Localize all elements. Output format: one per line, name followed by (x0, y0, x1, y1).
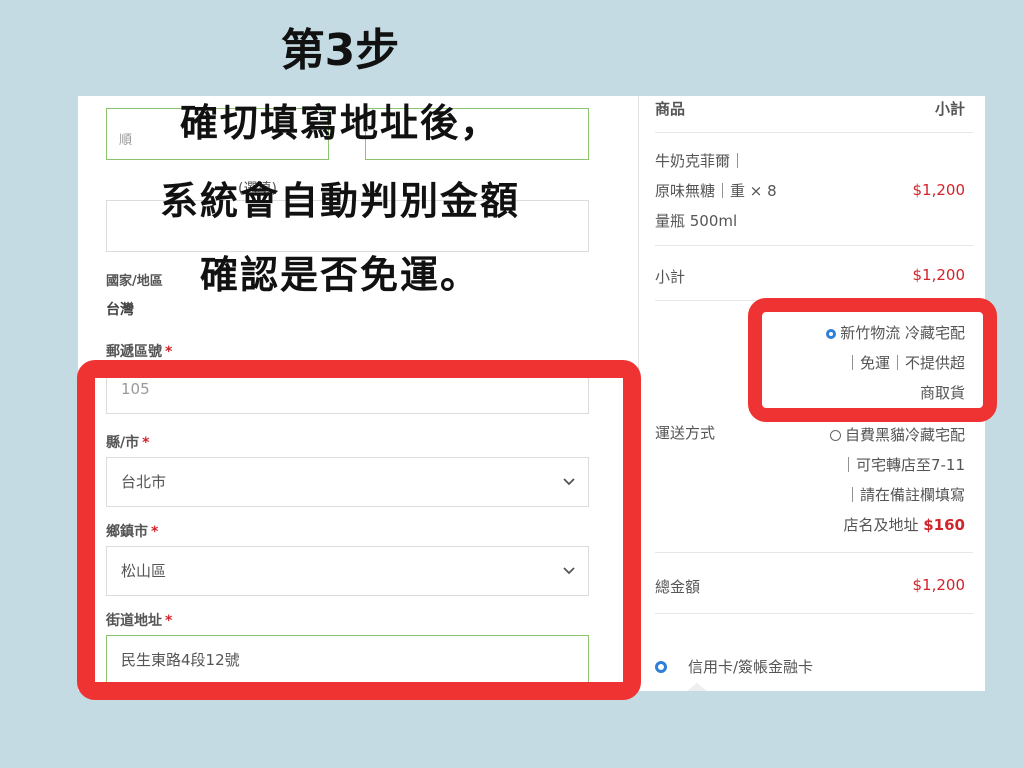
total-value: $1,200 (912, 576, 966, 594)
shipping-option-tcat[interactable]: 自費黑貓冷藏宅配 ｜可宅轉店至7-11 ｜請在備註欄填寫 店名及地址 $160 (829, 420, 965, 540)
country-value: 台灣 (106, 302, 134, 318)
zip-label: 郵遞區號 * (106, 344, 173, 360)
instruction-line-2: 系統會自動判別金額 (159, 179, 520, 223)
subtotal-label: 小計 (655, 268, 686, 286)
instruction-line-1: 確切填寫地址後， (179, 101, 500, 145)
product-price: $1,200 (912, 181, 966, 199)
header-product: 商品 (655, 100, 686, 118)
radio-unselected-icon[interactable] (829, 430, 841, 441)
total-label: 總金額 (655, 578, 701, 596)
step-title: 第3步 (280, 25, 400, 76)
instruction-line-3: 確認是否免運。 (199, 253, 480, 297)
divider (655, 132, 973, 133)
address-highlight-box (77, 360, 641, 700)
divider (655, 552, 973, 553)
product-name-line3: 量瓶 500ml (655, 212, 738, 230)
product-name-line1: 牛奶克菲爾｜ (655, 152, 746, 170)
header-subtotal: 小計 (934, 100, 965, 118)
payment-credit-card-label[interactable]: 信用卡/簽帳金融卡 (688, 656, 813, 677)
divider (655, 613, 973, 614)
subtotal-value: $1,200 (912, 266, 966, 284)
radio-selected-icon[interactable] (655, 661, 667, 673)
shipping-label: 運送方式 (655, 424, 716, 442)
shipping-highlight-box (748, 298, 997, 422)
divider (655, 245, 973, 246)
product-name-line2: 原味無糖｜重 × 8 (655, 182, 777, 200)
tcat-price: $160 (923, 516, 965, 534)
payment-panel-notch (687, 683, 707, 691)
